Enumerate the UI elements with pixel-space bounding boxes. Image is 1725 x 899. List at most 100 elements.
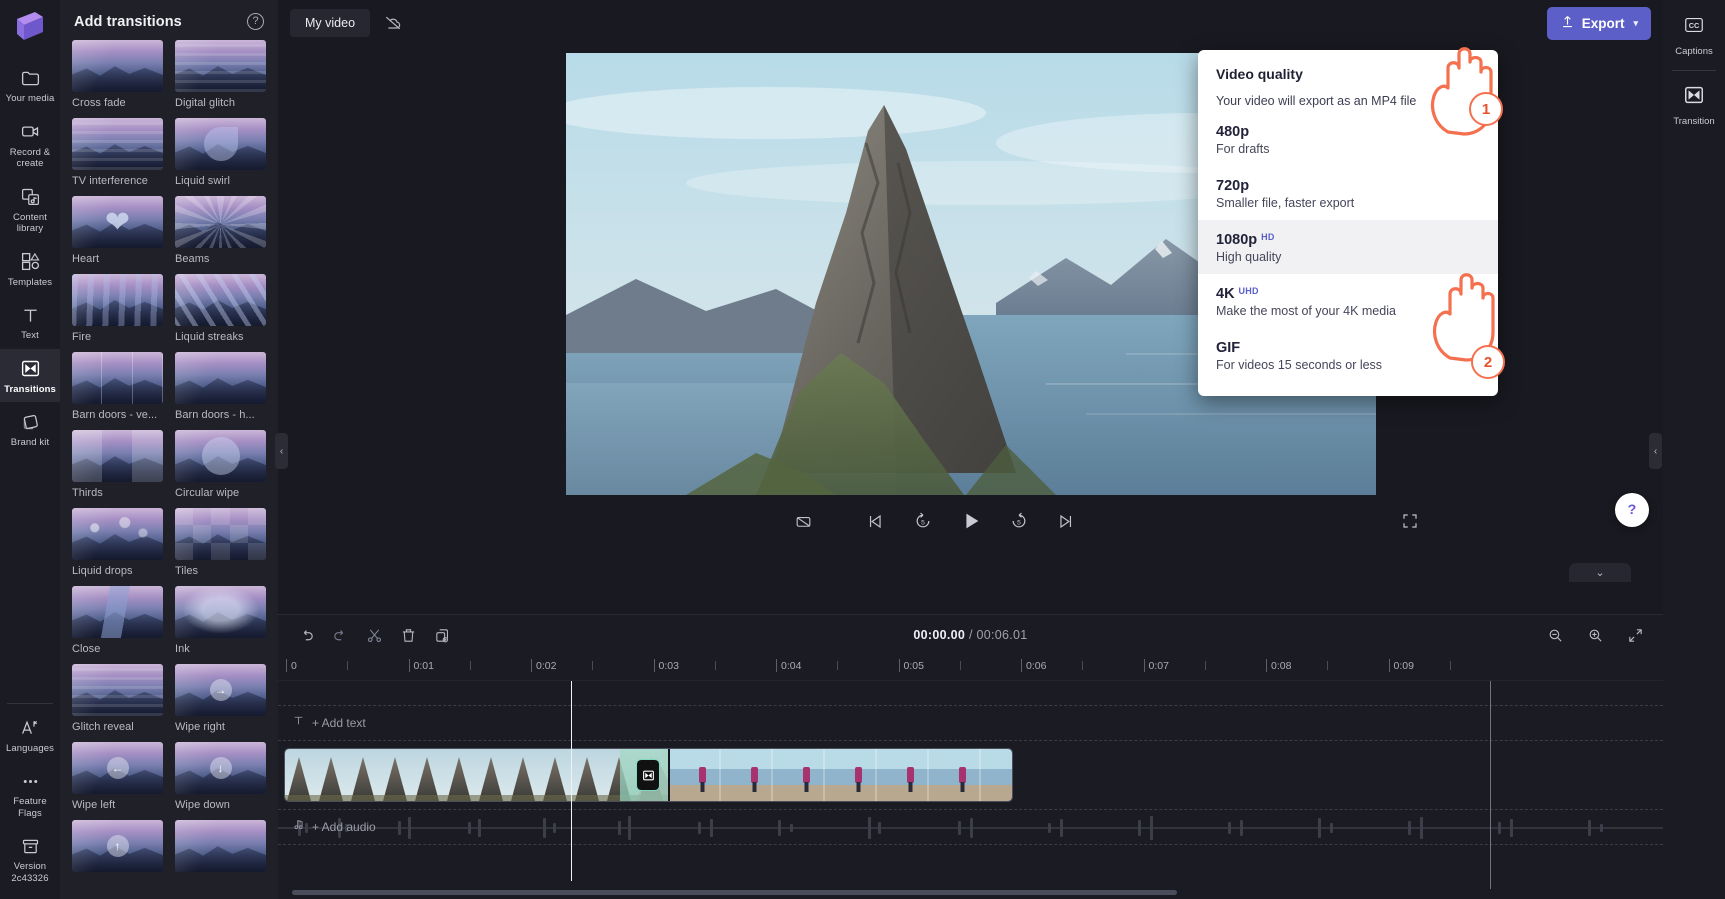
- ruler-tick: [286, 659, 287, 672]
- thumb-sheen: [175, 40, 266, 92]
- transition-thumbnail: [72, 118, 163, 170]
- sidebar-item-record-create[interactable]: Record & create: [0, 112, 60, 177]
- quality-option-720p[interactable]: 720pSmaller file, faster export: [1198, 166, 1498, 220]
- undo-icon[interactable]: [292, 621, 320, 649]
- transition-tile[interactable]: Glitch reveal: [72, 664, 163, 733]
- audio-track-dropzone[interactable]: + Add audio: [278, 809, 1663, 845]
- transition-name: Cross fade: [72, 97, 163, 109]
- ruler-label: 0:08: [1271, 660, 1291, 672]
- transition-tile[interactable]: ←Wipe left: [72, 742, 163, 811]
- svg-text:5: 5: [921, 519, 925, 526]
- transition-thumbnail: [72, 430, 163, 482]
- upload-icon: [1560, 14, 1575, 32]
- collapse-right-panel-button[interactable]: ‹: [1649, 433, 1662, 469]
- sidebar-label: Templates: [8, 277, 52, 289]
- quality-label: GIF: [1216, 340, 1240, 356]
- export-button[interactable]: Export ▾: [1547, 7, 1651, 40]
- transition-name: Wipe right: [175, 721, 266, 733]
- transition-name: Beams: [175, 253, 266, 265]
- cloud-off-icon[interactable]: [378, 8, 408, 38]
- collapse-left-panel-button[interactable]: ‹: [275, 433, 288, 469]
- audio-track[interactable]: + Add audio: [278, 809, 1663, 845]
- transition-tile[interactable]: Beams: [175, 196, 266, 265]
- timeline: 00:00.00 / 00:06.01: [278, 614, 1663, 899]
- transition-tile[interactable]: Tiles: [175, 508, 266, 577]
- redo-icon[interactable]: [326, 621, 354, 649]
- collapse-timeline-button[interactable]: ⌄: [1569, 563, 1631, 582]
- right-sidebar: CC Captions Transition: [1663, 0, 1725, 899]
- transition-tile[interactable]: Digital glitch: [175, 40, 266, 109]
- transition-thumbnail: [175, 352, 266, 404]
- sidebar-item-brand-kit[interactable]: Brand kit: [0, 402, 60, 456]
- transition-tile[interactable]: TV interference: [72, 118, 163, 187]
- transition-tile[interactable]: [175, 820, 266, 877]
- export-label: Export: [1582, 16, 1625, 31]
- ruler-tick-minor: [1205, 661, 1206, 670]
- transition-thumbnail: [175, 508, 266, 560]
- timeline-scrollbar[interactable]: [292, 890, 1177, 895]
- transition-tile[interactable]: Liquid swirl: [175, 118, 266, 187]
- forward-5-icon[interactable]: 5: [1004, 506, 1034, 536]
- fullscreen-icon[interactable]: [1395, 506, 1425, 536]
- sidebar-item-feature-flags[interactable]: Feature Flags: [0, 761, 60, 826]
- rightbar-item-transition[interactable]: Transition: [1663, 76, 1725, 135]
- transition-tile[interactable]: Cross fade: [72, 40, 163, 109]
- transition-tile[interactable]: Thirds: [72, 430, 163, 499]
- transition-tile[interactable]: Fire: [72, 274, 163, 343]
- sidebar-item-text[interactable]: Text: [0, 295, 60, 349]
- timeline-ruler[interactable]: 00:010:020:030:040:050:060:070:080:09: [278, 655, 1663, 681]
- play-icon[interactable]: [956, 506, 986, 536]
- transition-tile[interactable]: ↑: [72, 820, 163, 877]
- ruler-tick-minor: [1082, 661, 1083, 670]
- sidebar-item-transitions[interactable]: Transitions: [0, 349, 60, 403]
- help-fab-button[interactable]: ?: [1615, 493, 1649, 527]
- project-title[interactable]: My video: [290, 9, 370, 37]
- ruler-label: 0:02: [536, 660, 556, 672]
- skip-back-icon[interactable]: [860, 506, 890, 536]
- sidebar-item-your-media[interactable]: Your media: [0, 58, 60, 112]
- zoom-out-icon[interactable]: [1541, 621, 1569, 649]
- sidebar-item-languages[interactable]: Languages: [0, 708, 60, 762]
- transition-tile[interactable]: →Wipe right: [175, 664, 266, 733]
- transition-tile[interactable]: Liquid drops: [72, 508, 163, 577]
- trash-icon[interactable]: [394, 621, 422, 649]
- transition-name: Fire: [72, 331, 163, 343]
- text-icon: [19, 304, 41, 326]
- sidebar-label: Transitions: [4, 384, 56, 396]
- sidebar-item-content-library[interactable]: Content library: [0, 177, 60, 242]
- sidebar-item-templates[interactable]: Templates: [0, 242, 60, 296]
- transition-tile[interactable]: ↓Wipe down: [175, 742, 266, 811]
- audio-waveform: [278, 810, 1663, 845]
- text-track-dropzone[interactable]: + Add text: [278, 705, 1663, 741]
- transition-tile[interactable]: Barn doors - h...: [175, 352, 266, 421]
- ruler-tick-minor: [715, 661, 716, 670]
- transition-marker[interactable]: [637, 760, 659, 790]
- question-icon[interactable]: ?: [247, 13, 264, 30]
- camera-icon: [19, 121, 41, 143]
- duplicate-icon[interactable]: [428, 621, 456, 649]
- transition-tile[interactable]: Liquid streaks: [175, 274, 266, 343]
- ellipsis-icon: [19, 770, 41, 792]
- transition-tile[interactable]: Close: [72, 586, 163, 655]
- language-icon: [19, 717, 41, 739]
- transition-tile[interactable]: ❤Heart: [72, 196, 163, 265]
- skip-forward-icon[interactable]: [1052, 506, 1082, 536]
- transition-tile[interactable]: Barn doors - ve...: [72, 352, 163, 421]
- rewind-5-icon[interactable]: 5: [908, 506, 938, 536]
- sidebar-item-version[interactable]: Version 2c43326: [0, 826, 60, 891]
- transition-tile[interactable]: Circular wipe: [175, 430, 266, 499]
- add-text-label: + Add text: [312, 716, 366, 730]
- ruler-tick: [654, 659, 655, 672]
- transition-name: Liquid streaks: [175, 331, 266, 343]
- video-clip[interactable]: [285, 749, 1012, 801]
- transition-thumbnail: [175, 586, 266, 638]
- quality-badge: HD: [1261, 232, 1274, 242]
- rail-bottom-group: Languages Feature Flags Version 2c43326: [0, 708, 60, 899]
- scissors-icon[interactable]: [360, 621, 388, 649]
- fit-to-screen-icon[interactable]: [1621, 621, 1649, 649]
- transition-thumbnail: [175, 196, 266, 248]
- text-track[interactable]: + Add text: [278, 705, 1663, 741]
- zoom-in-icon[interactable]: [1581, 621, 1609, 649]
- rightbar-item-captions[interactable]: CC Captions: [1663, 6, 1725, 65]
- transition-tile[interactable]: Ink: [175, 586, 266, 655]
